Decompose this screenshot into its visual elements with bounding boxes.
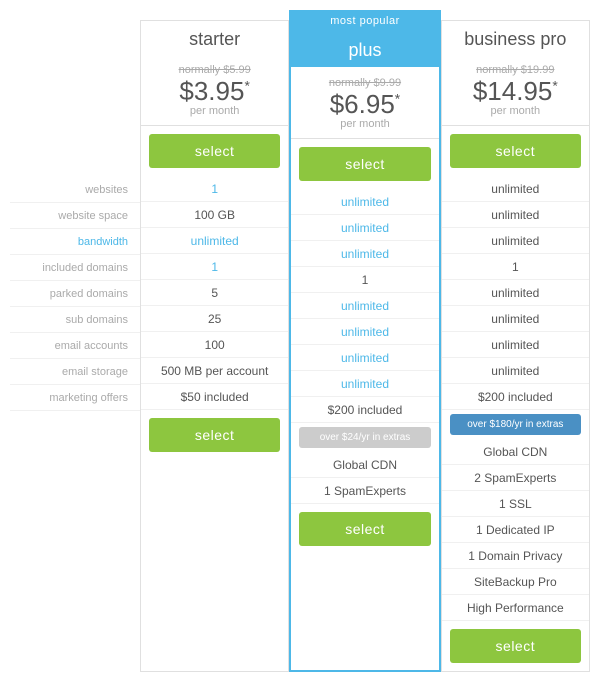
plus-feature-domains: 1 <box>291 267 438 293</box>
bp-extra-dedicated-ip: 1 Dedicated IP <box>442 517 589 543</box>
bp-extra-sitebackup: SiteBackup Pro <box>442 569 589 595</box>
label-parked-domains: parked domains <box>10 281 140 307</box>
plan-plus-extras-badge: over $24/yr in extras <box>299 427 430 448</box>
plan-plus-asterisk: * <box>395 90 400 106</box>
plan-bp-select-bottom[interactable]: select <box>450 629 581 663</box>
plan-starter-price-value: $3.95 <box>179 76 244 106</box>
label-spacer-select <box>10 134 140 177</box>
plan-bp-features: unlimited unlimited unlimited 1 unlimite… <box>442 176 589 410</box>
plus-extra-spam: 1 SpamExperts <box>291 478 438 504</box>
starter-feature-domains: 1 <box>141 254 288 280</box>
label-email-storage: email storage <box>10 359 140 385</box>
plan-bp-normally: normally $19.99 <box>446 64 585 76</box>
plus-feature-email-storage: unlimited <box>291 371 438 397</box>
plan-bp-price-value: $14.95 <box>473 76 553 106</box>
bp-feature-marketing: $200 included <box>442 384 589 410</box>
plan-plus-price-box: normally $9.99 $6.95* per month <box>291 67 438 139</box>
plan-starter-features: 1 100 GB unlimited 1 5 25 100 500 MB per… <box>141 176 288 410</box>
plan-plus-select-top[interactable]: select <box>299 147 430 181</box>
plus-feature-websites: unlimited <box>291 189 438 215</box>
label-column: websites website space bandwidth include… <box>10 20 140 672</box>
starter-feature-email-storage: 500 MB per account <box>141 358 288 384</box>
label-included-domains: included domains <box>10 255 140 281</box>
plan-business-pro: business pro normally $19.99 $14.95* per… <box>441 20 590 672</box>
pricing-table: websites website space bandwidth include… <box>10 20 590 672</box>
plan-starter: starter normally $5.99 $3.95* per month … <box>140 20 289 672</box>
plan-starter-price: $3.95* <box>145 76 284 107</box>
plan-starter-price-box: normally $5.99 $3.95* per month <box>141 54 288 126</box>
plan-plus-popular-badge: most popular <box>291 12 438 30</box>
label-spacer-price <box>10 56 140 134</box>
plan-bp-price-box: normally $19.99 $14.95* per month <box>442 54 589 126</box>
bp-extra-cdn: Global CDN <box>442 439 589 465</box>
bp-extra-ssl: 1 SSL <box>442 491 589 517</box>
plus-feature-email-accounts: unlimited <box>291 345 438 371</box>
plan-bp-per-month: per month <box>446 105 585 117</box>
label-bandwidth: bandwidth <box>10 229 140 255</box>
label-websites: websites <box>10 177 140 203</box>
bp-extra-domain-privacy: 1 Domain Privacy <box>442 543 589 569</box>
starter-feature-marketing: $50 included <box>141 384 288 410</box>
plan-bp-title: business pro <box>442 21 589 54</box>
bp-feature-parked: unlimited <box>442 280 589 306</box>
starter-feature-space: 100 GB <box>141 202 288 228</box>
starter-feature-parked: 5 <box>141 280 288 306</box>
bp-feature-bandwidth: unlimited <box>442 228 589 254</box>
label-website-space: website space <box>10 203 140 229</box>
bp-feature-email-storage: unlimited <box>442 358 589 384</box>
plan-starter-asterisk: * <box>244 77 249 93</box>
plan-bp-select-top[interactable]: select <box>450 134 581 168</box>
plus-feature-space: unlimited <box>291 215 438 241</box>
plus-extra-cdn: Global CDN <box>291 452 438 478</box>
starter-feature-bandwidth: unlimited <box>141 228 288 254</box>
plus-feature-bandwidth: unlimited <box>291 241 438 267</box>
bp-feature-email-accounts: unlimited <box>442 332 589 358</box>
plan-starter-per-month: per month <box>145 105 284 117</box>
plus-feature-sub: unlimited <box>291 319 438 345</box>
plan-plus-price: $6.95* <box>295 89 434 120</box>
label-spacer-title <box>10 20 140 56</box>
plans-area: starter normally $5.99 $3.95* per month … <box>140 20 590 672</box>
bp-feature-space: unlimited <box>442 202 589 228</box>
plan-bp-price: $14.95* <box>446 76 585 107</box>
plan-bp-extras-badge: over $180/yr in extras <box>450 414 581 435</box>
plan-plus-title: plus <box>291 30 438 67</box>
bp-extra-high-performance: High Performance <box>442 595 589 621</box>
plus-feature-marketing: $200 included <box>291 397 438 423</box>
plan-starter-normally: normally $5.99 <box>145 64 284 76</box>
bp-feature-websites: unlimited <box>442 176 589 202</box>
starter-feature-sub: 25 <box>141 306 288 332</box>
bp-feature-sub: unlimited <box>442 306 589 332</box>
label-sub-domains: sub domains <box>10 307 140 333</box>
plan-starter-select-top[interactable]: select <box>149 134 280 168</box>
plan-plus-select-bottom[interactable]: select <box>299 512 430 546</box>
plan-starter-select-bottom[interactable]: select <box>149 418 280 452</box>
starter-feature-email-accounts: 100 <box>141 332 288 358</box>
label-email-accounts: email accounts <box>10 333 140 359</box>
bp-feature-domains: 1 <box>442 254 589 280</box>
plan-plus-per-month: per month <box>295 118 434 130</box>
plan-plus: most popular plus normally $9.99 $6.95* … <box>289 10 440 672</box>
label-marketing-offers: marketing offers <box>10 385 140 411</box>
starter-feature-websites: 1 <box>141 176 288 202</box>
plus-feature-parked: unlimited <box>291 293 438 319</box>
plan-plus-price-value: $6.95 <box>330 89 395 119</box>
plan-starter-title: starter <box>141 21 288 54</box>
bp-extra-spam: 2 SpamExperts <box>442 465 589 491</box>
plan-plus-features: unlimited unlimited unlimited 1 unlimite… <box>291 189 438 423</box>
plan-bp-asterisk: * <box>552 77 557 93</box>
plan-plus-normally: normally $9.99 <box>295 77 434 89</box>
